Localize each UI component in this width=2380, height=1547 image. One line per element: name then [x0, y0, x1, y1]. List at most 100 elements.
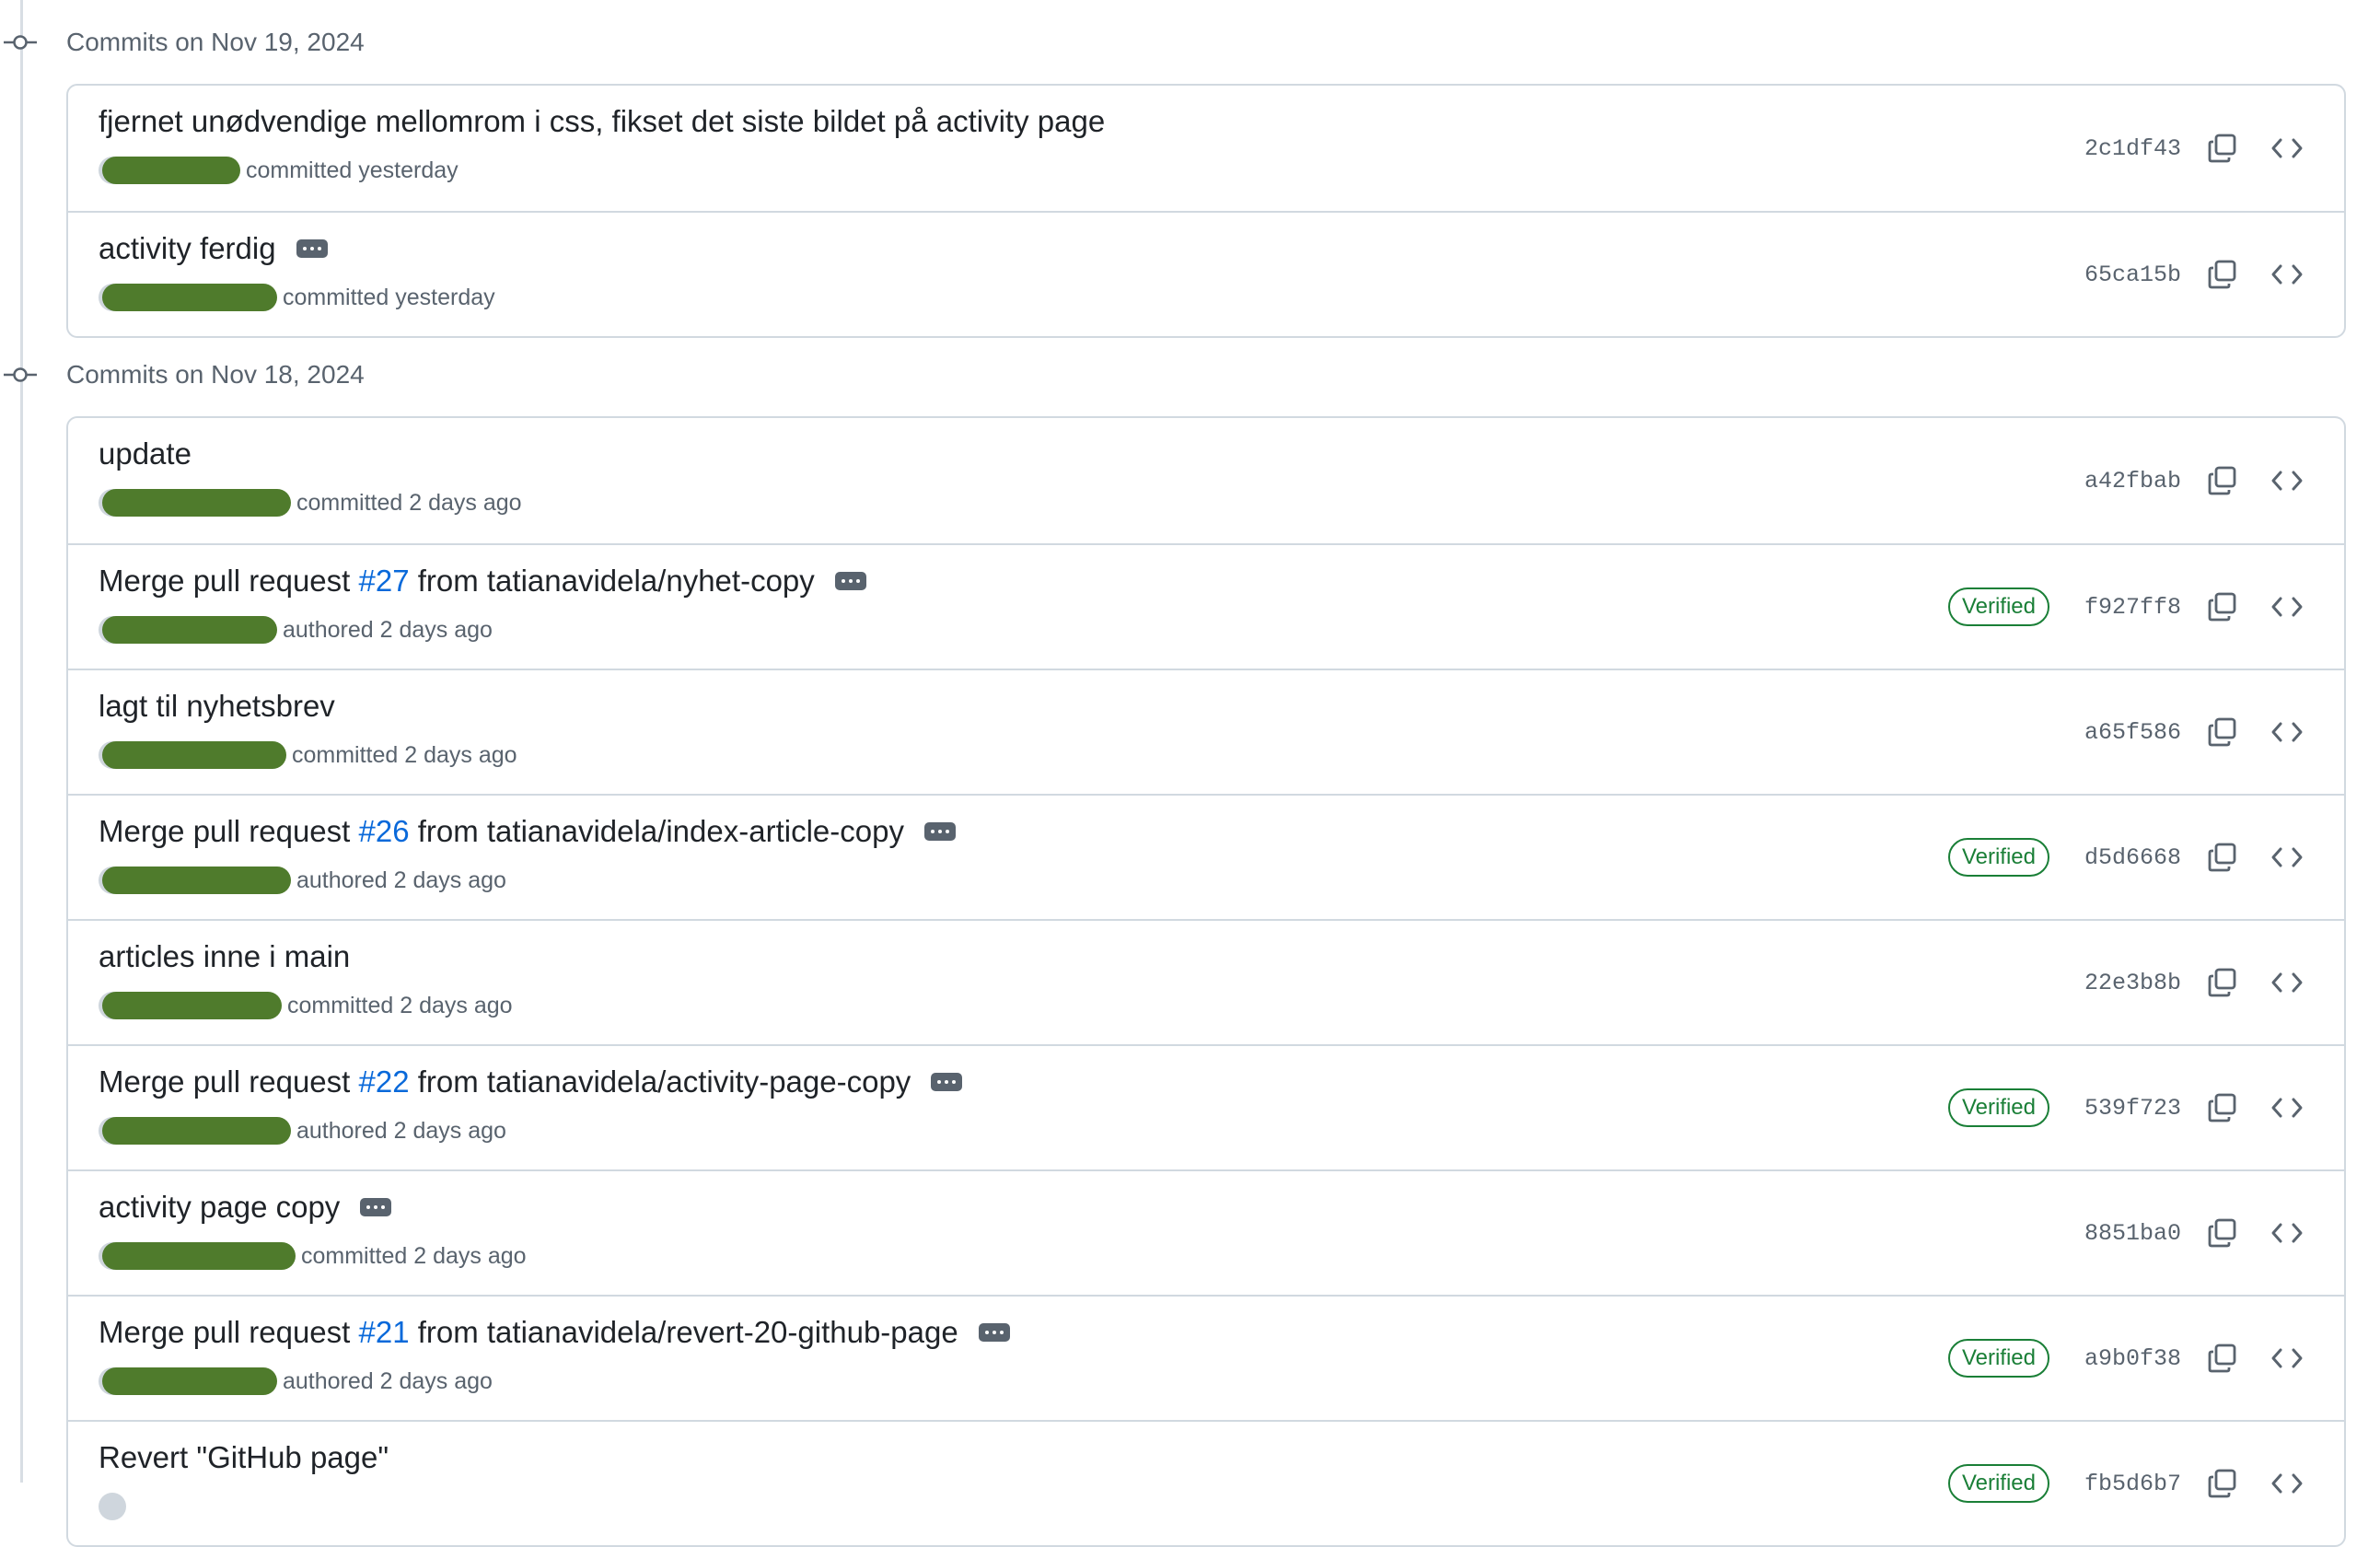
- browse-repo-button[interactable]: [2265, 126, 2309, 170]
- commit-list: fjernet unødvendige mellomrom i css, fik…: [66, 84, 2346, 338]
- copy-icon: [2208, 1093, 2236, 1122]
- commit-message: Merge pull request #21 from tatianavidel…: [99, 1315, 958, 1350]
- copy-sha-button[interactable]: [2200, 1336, 2245, 1380]
- commit-meta: committed 2 days ago: [287, 992, 513, 1018]
- commit-row: articles inne i main committed 2 days ag…: [68, 919, 2344, 1044]
- commit-history: Commits on Nov 19, 2024 fjernet unødvend…: [0, 0, 2380, 1547]
- verified-badge[interactable]: Verified: [1947, 1088, 2049, 1127]
- commit-message-link[interactable]: update: [99, 436, 192, 471]
- browse-repo-button[interactable]: [2265, 1336, 2309, 1380]
- expand-description-button[interactable]: [360, 1198, 392, 1216]
- commit-meta: authored 2 days ago: [283, 1367, 493, 1394]
- commit-message-link[interactable]: Merge pull request: [99, 814, 358, 848]
- commit-row: Merge pull request #27 from tatianavidel…: [68, 543, 2344, 669]
- author-avatar[interactable]: [99, 1493, 126, 1520]
- copy-sha-button[interactable]: [2200, 252, 2245, 297]
- commit-message-link[interactable]: from tatianavidela/revert-20-github-page: [410, 1315, 958, 1349]
- commit-sha[interactable]: a65f586: [2084, 719, 2181, 746]
- commit-row: activity page copy committed 2 days ago …: [68, 1169, 2344, 1295]
- code-icon: [2271, 1098, 2303, 1118]
- copy-icon: [2208, 260, 2236, 289]
- expand-description-button[interactable]: [978, 1323, 1010, 1342]
- verified-badge[interactable]: Verified: [1947, 587, 2049, 626]
- commit-sha[interactable]: 2c1df43: [2084, 135, 2181, 162]
- commit-sha[interactable]: fb5d6b7: [2084, 1471, 2181, 1497]
- author-name-redacted: [102, 489, 291, 517]
- verified-badge[interactable]: Verified: [1947, 838, 2049, 877]
- expand-description-button[interactable]: [296, 239, 328, 258]
- commit-message-link[interactable]: Merge pull request: [99, 1064, 358, 1099]
- commit-meta: committed yesterday: [246, 157, 459, 183]
- copy-sha-button[interactable]: [2200, 710, 2245, 754]
- copy-sha-button[interactable]: [2200, 960, 2245, 1005]
- commit-message-link[interactable]: activity page copy: [99, 1190, 340, 1225]
- commit-message-link[interactable]: from tatianavidela/nyhet-copy: [410, 564, 815, 598]
- git-commit-icon: [0, 24, 41, 61]
- copy-icon: [2208, 968, 2236, 997]
- commit-message-link[interactable]: Merge pull request: [99, 564, 358, 598]
- pull-request-link[interactable]: #22: [358, 1064, 409, 1099]
- copy-sha-button[interactable]: [2200, 459, 2245, 503]
- commit-message-link[interactable]: Merge pull request: [99, 1315, 358, 1349]
- code-icon: [2271, 1348, 2303, 1368]
- code-icon: [2271, 847, 2303, 867]
- commit-message-link[interactable]: from tatianavidela/activity-page-copy: [410, 1064, 911, 1099]
- commit-meta: authored 2 days ago: [296, 867, 506, 893]
- pull-request-link[interactable]: #21: [358, 1315, 409, 1349]
- browse-repo-button[interactable]: [2265, 835, 2309, 879]
- author-name-redacted: [102, 867, 291, 894]
- commit-message-link[interactable]: lagt til nyhetsbrev: [99, 689, 335, 724]
- pull-request-link[interactable]: #26: [358, 814, 409, 848]
- verified-badge[interactable]: Verified: [1947, 1464, 2049, 1503]
- author-name-redacted: [102, 284, 277, 311]
- browse-repo-button[interactable]: [2265, 960, 2309, 1005]
- expand-description-button[interactable]: [923, 822, 956, 841]
- copy-sha-button[interactable]: [2200, 835, 2245, 879]
- commit-sha[interactable]: 65ca15b: [2084, 262, 2181, 288]
- commit-sha[interactable]: 539f723: [2084, 1095, 2181, 1122]
- commit-sha[interactable]: 8851ba0: [2084, 1220, 2181, 1247]
- copy-icon: [2208, 592, 2236, 622]
- browse-repo-button[interactable]: [2265, 710, 2309, 754]
- commit-meta: committed yesterday: [283, 284, 495, 310]
- commit-sha[interactable]: d5d6668: [2084, 844, 2181, 871]
- commit-message: Merge pull request #22 from tatianavidel…: [99, 1064, 911, 1099]
- expand-description-button[interactable]: [834, 572, 866, 590]
- commit-message-link[interactable]: activity ferdig: [99, 231, 276, 266]
- author-name-redacted: [102, 1367, 277, 1395]
- commit-row: update committed 2 days ago a42fbab: [68, 418, 2344, 543]
- code-icon: [2271, 1223, 2303, 1243]
- commit-sha[interactable]: a42fbab: [2084, 468, 2181, 494]
- commit-message-link[interactable]: Revert "GitHub page": [99, 1440, 389, 1475]
- browse-repo-button[interactable]: [2265, 1461, 2309, 1506]
- copy-sha-button[interactable]: [2200, 126, 2245, 170]
- commit-row: activity ferdig committed yesterday 65ca…: [68, 211, 2344, 336]
- commit-message-link[interactable]: from tatianavidela/index-article-copy: [410, 814, 904, 848]
- commit-group-header: Commits on Nov 18, 2024: [0, 356, 365, 393]
- commit-sha[interactable]: a9b0f38: [2084, 1345, 2181, 1372]
- copy-icon: [2208, 717, 2236, 747]
- copy-sha-button[interactable]: [2200, 1211, 2245, 1255]
- timeline-line: [20, 0, 23, 1483]
- verified-badge[interactable]: Verified: [1947, 1339, 2049, 1378]
- commit-message-link[interactable]: articles inne i main: [99, 939, 350, 974]
- code-icon: [2271, 1473, 2303, 1494]
- browse-repo-button[interactable]: [2265, 585, 2309, 629]
- commit-row: fjernet unødvendige mellomrom i css, fik…: [68, 86, 2344, 211]
- commit-sha[interactable]: f927ff8: [2084, 594, 2181, 621]
- copy-sha-button[interactable]: [2200, 585, 2245, 629]
- copy-sha-button[interactable]: [2200, 1461, 2245, 1506]
- copy-sha-button[interactable]: [2200, 1086, 2245, 1130]
- commit-sha[interactable]: 22e3b8b: [2084, 970, 2181, 996]
- commit-row: Merge pull request #26 from tatianavidel…: [68, 794, 2344, 919]
- commit-message-link[interactable]: fjernet unødvendige mellomrom i css, fik…: [99, 104, 1105, 139]
- commit-meta: committed 2 days ago: [292, 741, 517, 768]
- author-name-redacted: [102, 616, 277, 644]
- browse-repo-button[interactable]: [2265, 1086, 2309, 1130]
- pull-request-link[interactable]: #27: [358, 564, 409, 598]
- browse-repo-button[interactable]: [2265, 252, 2309, 297]
- browse-repo-button[interactable]: [2265, 459, 2309, 503]
- commit-message: Merge pull request #27 from tatianavidel…: [99, 564, 815, 599]
- expand-description-button[interactable]: [931, 1073, 963, 1091]
- browse-repo-button[interactable]: [2265, 1211, 2309, 1255]
